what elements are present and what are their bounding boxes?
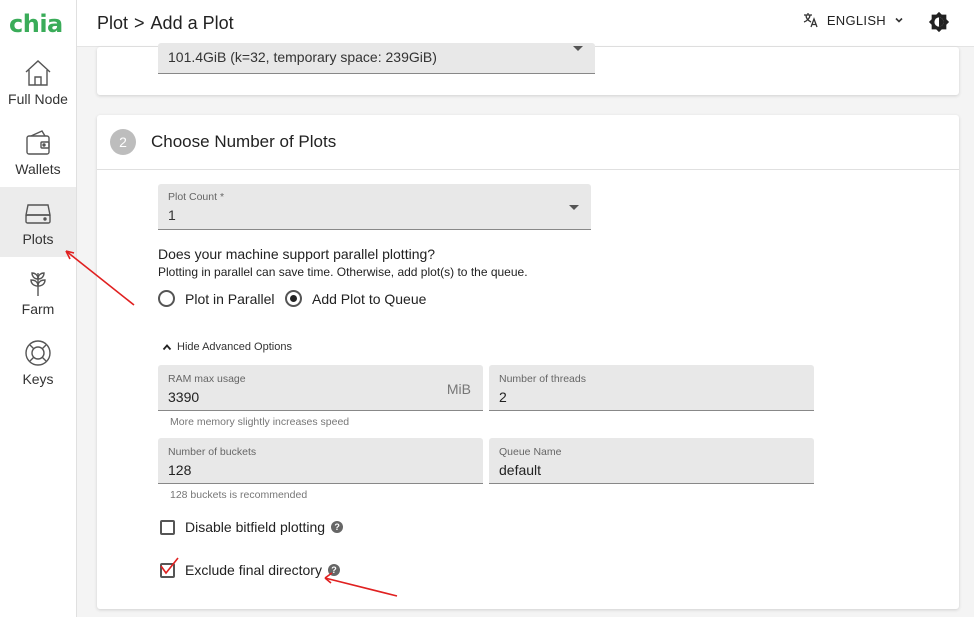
sidebar: chia Full Node Wallets Plots Farm Keys [0,0,77,617]
home-icon [25,60,51,86]
field-value: 128 [168,462,192,478]
sidebar-item-label: Farm [21,301,55,317]
field-label: Queue Name [499,446,562,458]
translate-icon [803,13,818,28]
sidebar-item-keys[interactable]: Keys [0,327,76,397]
sidebar-item-full-node[interactable]: Full Node [0,47,76,117]
ram-helper-text: More memory slightly increases speed [170,416,350,428]
chevron-up-icon [162,344,172,351]
help-icon[interactable]: ? [327,564,340,576]
ram-max-usage-field[interactable]: RAM max usage 3390 MiB [158,365,483,411]
language-selector[interactable]: ENGLISH [803,12,912,28]
breadcrumb-root[interactable]: Plot [97,13,128,34]
plot-size-card: 101.4GiB (k=32, temporary space: 239GiB) [97,43,959,95]
top-bar: Plot > Add a Plot ENGLISH [77,0,974,47]
checkbox-label: Exclude final directory [185,562,322,578]
sidebar-item-label: Full Node [8,91,68,107]
choose-plots-card: 2 Choose Number of Plots Plot Count * 1 … [97,115,959,609]
field-label: RAM max usage [168,373,246,385]
radio-add-plot-to-queue[interactable]: Add Plot to Queue [285,290,426,307]
threads-field[interactable]: Number of threads 2 [489,365,814,411]
plot-count-select[interactable]: Plot Count * 1 [158,184,591,230]
chia-logo[interactable]: chia [0,0,76,47]
parallel-hint: Plotting in parallel can save time. Othe… [158,265,528,279]
parallel-question: Does your machine support parallel plott… [158,246,436,262]
lifebuoy-icon [25,340,51,366]
dropdown-arrow-icon [569,205,579,210]
field-value: 3390 [168,389,200,405]
step-number-badge: 2 [110,129,136,155]
chevron-down-icon [895,17,903,23]
plot-count-value: 1 [168,207,176,223]
dropdown-arrow-icon [573,46,583,51]
plot-size-value: 101.4GiB (k=32, temporary space: 239GiB) [168,49,437,65]
unit-adornment: MiB [446,381,471,397]
page-title: Add a Plot [150,12,234,33]
field-value: 2 [499,389,507,405]
step-title: Choose Number of Plots [151,132,337,151]
wallet-icon [26,130,50,155]
breadcrumb: Plot > Add a Plot [97,13,234,34]
sidebar-item-label: Wallets [15,161,61,177]
buckets-field[interactable]: Number of buckets 128 [158,438,483,484]
plot-size-select[interactable]: 101.4GiB (k=32, temporary space: 239GiB) [158,43,595,74]
queue-name-field[interactable]: Queue Name default [489,438,814,484]
field-label: Number of buckets [168,446,257,458]
sidebar-item-label: Keys [22,371,54,387]
theme-toggle-icon[interactable] [928,11,950,33]
plant-icon [30,272,46,296]
logo-text: chia [9,9,63,38]
breadcrumb-separator: > [134,12,145,33]
radio-label: Add Plot to Queue [312,290,427,307]
help-icon[interactable]: ? [331,521,344,533]
sidebar-item-farm[interactable]: Farm [0,257,76,327]
hdd-icon [25,204,51,224]
step-header: 2 Choose Number of Plots [97,115,959,170]
sidebar-item-plots[interactable]: Plots [0,187,76,257]
checkbox [160,519,175,535]
sidebar-item-label: Plots [22,231,54,247]
language-label: ENGLISH [826,12,886,28]
plot-count-label: Plot Count * [168,191,225,203]
radio-plot-in-parallel[interactable]: Plot in Parallel [158,290,275,307]
field-value: default [499,462,542,478]
radio-button-checked [285,290,302,307]
exclude-final-directory-checkbox[interactable]: Exclude final directory ? [160,562,340,578]
radio-label: Plot in Parallel [185,290,275,307]
radio-button [158,290,175,307]
checkbox-checked [160,562,175,578]
disable-bitfield-checkbox[interactable]: Disable bitfield plotting ? [160,519,344,535]
buckets-helper-text: 128 buckets is recommended [170,489,308,501]
field-label: Number of threads [499,373,586,385]
hide-advanced-options-button[interactable]: Hide Advanced Options [162,341,292,353]
advanced-toggle-label: Hide Advanced Options [177,341,292,353]
sidebar-item-wallets[interactable]: Wallets [0,117,76,187]
checkbox-label: Disable bitfield plotting [185,519,326,535]
